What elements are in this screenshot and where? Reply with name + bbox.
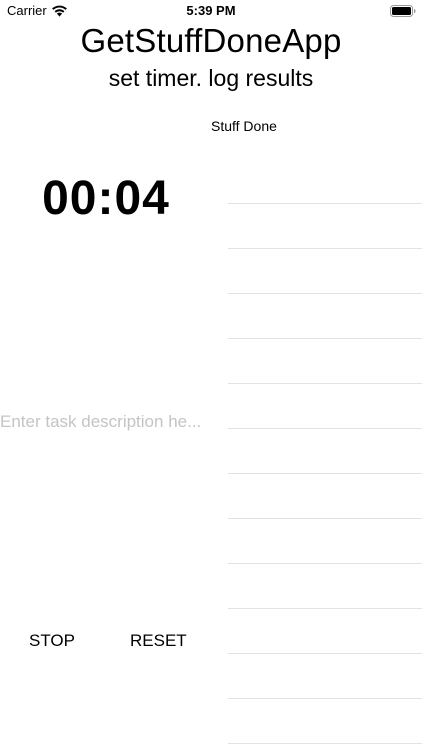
list-item[interactable]	[228, 249, 422, 294]
battery-icon	[390, 5, 416, 17]
stuff-done-header: Stuff Done	[211, 118, 277, 134]
list-item[interactable]	[228, 204, 422, 249]
list-item[interactable]	[228, 159, 422, 204]
status-clock: 5:39 PM	[186, 3, 236, 18]
list-item[interactable]	[228, 654, 422, 699]
list-item[interactable]	[228, 609, 422, 654]
list-item[interactable]	[228, 564, 422, 609]
stop-button[interactable]: STOP	[29, 628, 75, 654]
list-item[interactable]	[228, 519, 422, 564]
app-title: GetStuffDoneApp	[80, 22, 342, 59]
stuff-done-list[interactable]	[228, 137, 422, 750]
timer-display: 00:04	[42, 172, 170, 225]
list-item[interactable]	[228, 429, 422, 474]
task-description-input[interactable]	[0, 410, 212, 434]
reset-button[interactable]: RESET	[130, 628, 187, 654]
app-subtitle: set timer. log results	[108, 65, 314, 91]
list-item[interactable]	[228, 384, 422, 429]
list-item[interactable]	[228, 474, 422, 519]
list-item[interactable]	[228, 699, 422, 744]
list-item[interactable]	[228, 339, 422, 384]
status-bar: Carrier 5:39 PM	[0, 0, 422, 22]
list-item[interactable]	[228, 294, 422, 339]
